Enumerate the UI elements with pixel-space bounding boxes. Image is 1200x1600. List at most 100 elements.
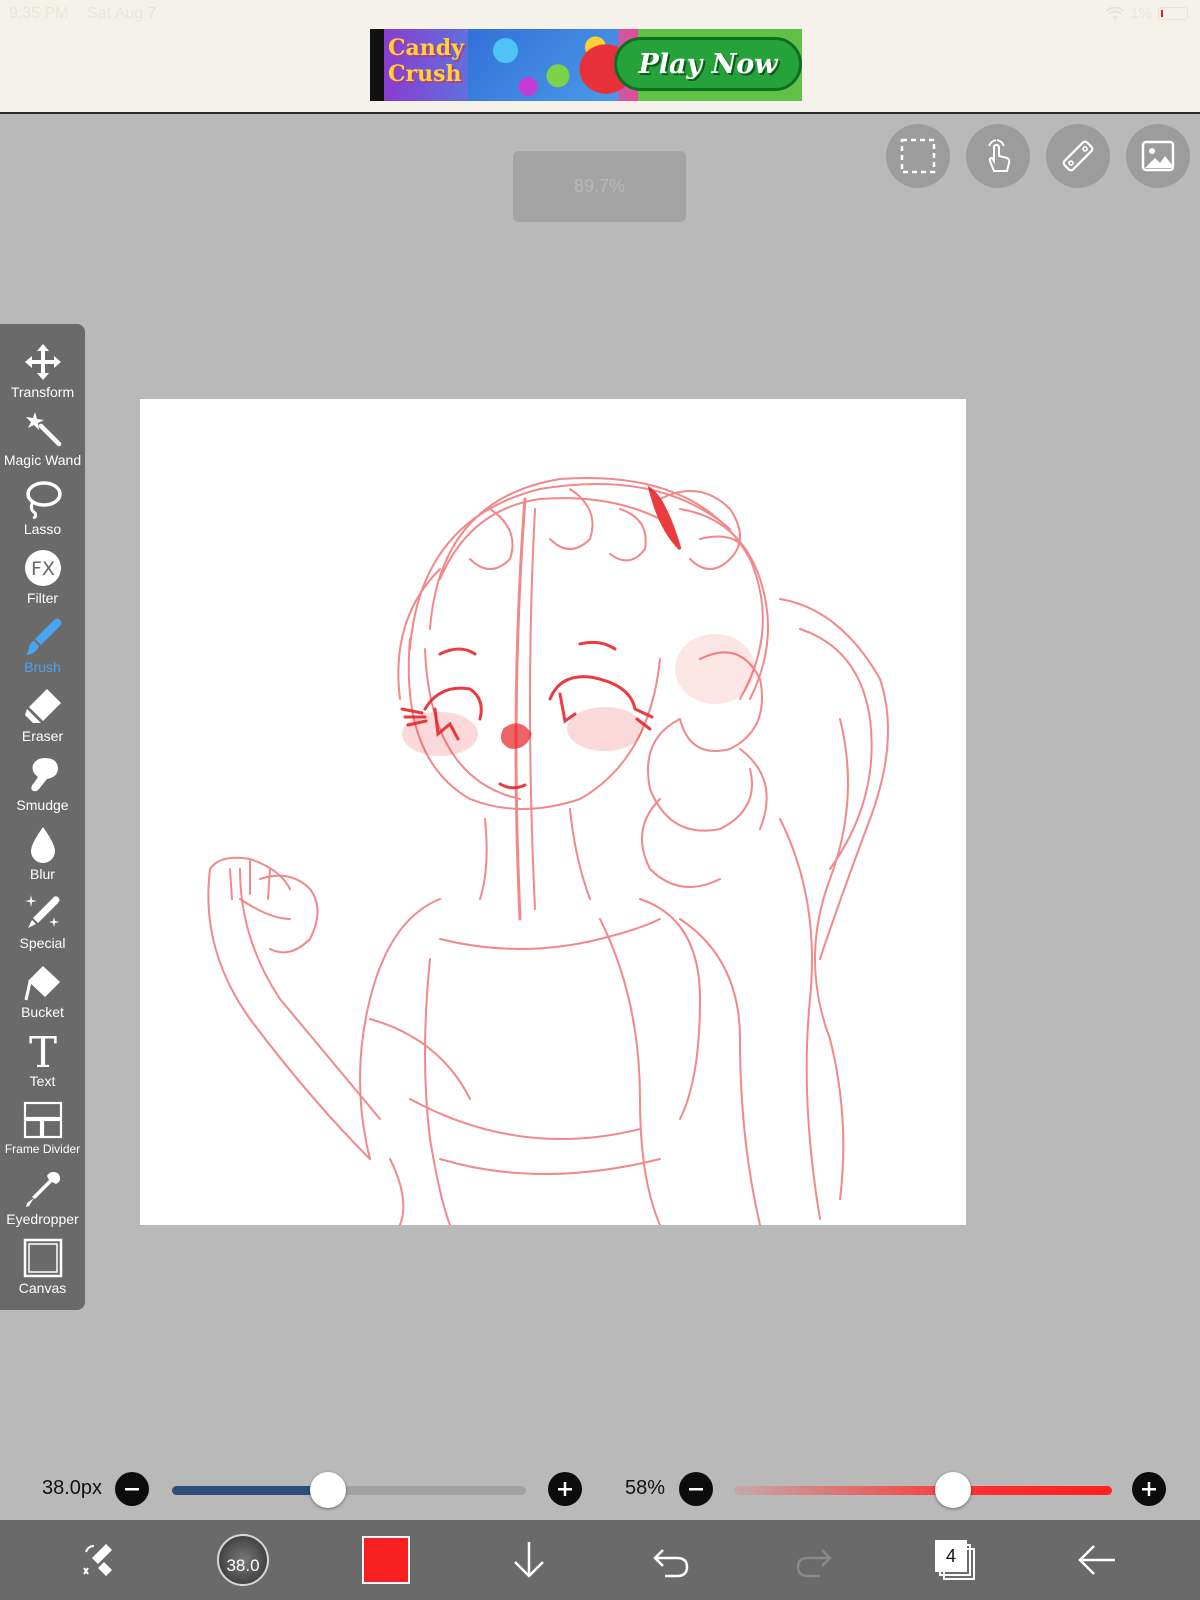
brush-size-knob[interactable] (309, 1472, 346, 1508)
tool-canvas[interactable]: Canvas (0, 1234, 85, 1302)
brush-size-decrease-button[interactable] (115, 1472, 149, 1506)
tool-transform[interactable]: Transform (0, 338, 85, 406)
tool-label: Magic Wand (3, 452, 82, 468)
drawing-canvas[interactable] (140, 399, 966, 1225)
tool-brush[interactable]: Brush (0, 613, 85, 681)
opacity-knob[interactable] (935, 1472, 972, 1508)
tool-text[interactable]: T Text (0, 1027, 85, 1095)
tool-blur[interactable]: Blur (0, 820, 85, 888)
tool-label: Eraser (21, 728, 64, 744)
opacity-label: 58% (625, 1477, 666, 1499)
opacity-slider[interactable] (734, 1486, 1112, 1495)
tool-label: Frame Divider (4, 1142, 81, 1156)
status-time: 9:35 PM (9, 5, 69, 22)
tool-label: Bucket (21, 1004, 64, 1020)
opacity-increase-button[interactable] (1132, 1472, 1166, 1506)
brush-settings-button[interactable] (60, 1520, 140, 1600)
move-arrows-icon (24, 344, 61, 380)
ad-banner[interactable]: Candy Crush Play Now (370, 29, 802, 101)
brush-size-fill (172, 1486, 328, 1495)
color-picker-button[interactable] (346, 1520, 426, 1600)
tool-magic-wand[interactable]: Magic Wand (0, 406, 85, 474)
brush-size-label: 38.0px (42, 1477, 103, 1499)
redo-icon (796, 1549, 832, 1578)
frame-divider-icon (23, 1101, 62, 1139)
tool-label: Blur (30, 866, 55, 882)
battery-icon (1158, 7, 1188, 20)
text-icon: T (28, 1031, 56, 1071)
ad-logo-line1: Candy (388, 35, 464, 61)
wifi-icon (1106, 6, 1125, 20)
tool-special[interactable]: Special (0, 889, 85, 957)
bucket-icon (24, 966, 60, 1001)
brush-size-slider[interactable] (172, 1486, 526, 1495)
tool-label: Eyedropper (6, 1211, 79, 1227)
sketch-artwork (207, 477, 889, 1225)
redo-button[interactable] (774, 1520, 854, 1600)
layers-icon: 4 (935, 1540, 975, 1580)
ruler-icon (1062, 140, 1094, 172)
tool-label: Canvas (18, 1280, 67, 1296)
tool-eraser[interactable]: Eraser (0, 682, 85, 750)
layers-button[interactable]: 4 (915, 1520, 995, 1600)
minus-icon (125, 1488, 139, 1491)
canvas-icon (23, 1238, 62, 1278)
tool-label: Lasso (23, 521, 62, 537)
brush-size-thumbnail: 38.0 (217, 1534, 269, 1586)
image-icon (1141, 140, 1175, 172)
ad-play-now-button[interactable]: Play Now (614, 37, 802, 91)
magic-wand-icon (25, 412, 61, 447)
eraser-icon (24, 689, 61, 723)
ruler-button[interactable] (1046, 124, 1110, 188)
selection-button[interactable] (886, 124, 950, 188)
brush-slider-row: 38.0px 58% (0, 1466, 1200, 1514)
pen-eraser-swap-icon (83, 1544, 112, 1576)
arrow-down-icon (514, 1542, 544, 1578)
sparkle-pen-icon (24, 895, 59, 928)
minus-icon (689, 1488, 703, 1491)
bottom-toolbar: 38.0 4 (0, 1520, 1200, 1600)
tool-label: Smudge (16, 797, 69, 813)
tool-frame-divider[interactable]: Frame Divider (0, 1096, 85, 1164)
arrow-left-icon (1078, 1545, 1115, 1575)
brush-picker-button[interactable]: 38.0 (203, 1520, 283, 1600)
smudge-icon (30, 758, 58, 792)
tool-sidebar: Transform Magic Wand Lasso FX Filter Bru… (0, 324, 85, 1310)
plus-icon (1142, 1482, 1156, 1496)
top-banner-area: 9:35 PM Sat Aug 7 1% Candy Crush Play No… (0, 0, 1200, 114)
lasso-icon (25, 481, 62, 519)
status-bar-left: 9:35 PM Sat Aug 7 (9, 5, 170, 23)
tool-lasso[interactable]: Lasso (0, 475, 85, 543)
save-button[interactable] (489, 1520, 569, 1600)
tool-label: Special (19, 935, 66, 951)
tool-label: Filter (26, 590, 59, 606)
tool-label: Text (29, 1073, 56, 1089)
reference-image-button[interactable] (1126, 124, 1190, 188)
brush-icon (25, 618, 61, 655)
tool-eyedropper[interactable]: Eyedropper (0, 1165, 85, 1233)
undo-icon (653, 1549, 689, 1578)
drop-icon (30, 827, 55, 863)
current-color-swatch (362, 1536, 410, 1584)
fx-icon: FX (24, 550, 61, 586)
tool-filter[interactable]: FX Filter (0, 544, 85, 612)
svg-text:T: T (28, 1031, 56, 1071)
status-date: Sat Aug 7 (87, 5, 157, 22)
hand-gesture-icon (988, 139, 1011, 172)
back-button[interactable] (1057, 1520, 1137, 1600)
eyedropper-icon (25, 1172, 60, 1207)
battery-percent: 1% (1130, 5, 1152, 22)
tool-label: Brush (24, 659, 61, 675)
brush-size-increase-button[interactable] (548, 1472, 582, 1506)
svg-text:FX: FX (31, 558, 55, 580)
tool-label: Transform (10, 384, 75, 400)
status-bar-right: 1% (1106, 5, 1188, 22)
tool-smudge[interactable]: Smudge (0, 751, 85, 819)
opacity-decrease-button[interactable] (679, 1472, 713, 1506)
tool-bucket[interactable]: Bucket (0, 958, 85, 1026)
ad-logo: Candy Crush (388, 35, 464, 95)
layers-count: 4 (935, 1540, 967, 1572)
zoom-indicator: 89.7% (513, 151, 686, 222)
hand-gesture-button[interactable] (966, 124, 1030, 188)
undo-button[interactable] (631, 1520, 711, 1600)
